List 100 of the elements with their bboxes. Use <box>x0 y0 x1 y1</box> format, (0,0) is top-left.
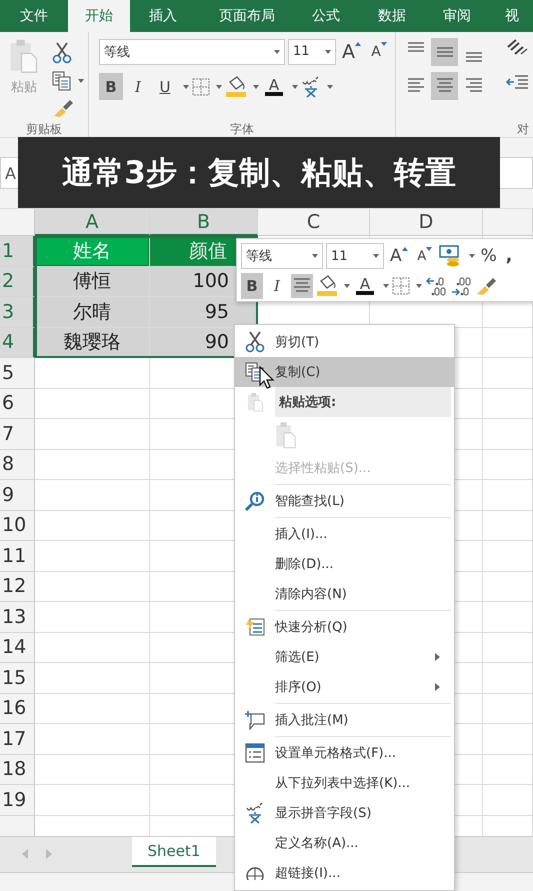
menu-heading: 粘贴选项: <box>275 387 451 417</box>
format-cells-icon <box>245 743 265 763</box>
menu-item[interactable]: 定义名称(A)... <box>235 828 454 858</box>
sheet-tab[interactable]: Sheet1 <box>132 837 216 867</box>
menu-item[interactable]: 快速分析(Q) <box>235 612 454 642</box>
table-cell <box>483 632 533 663</box>
menu-item[interactable]: 显示拼音字段(S) <box>235 798 454 828</box>
row-header[interactable]: 19 <box>0 785 35 816</box>
row-header[interactable]: 12 <box>0 572 35 602</box>
globe-link-icon <box>245 866 265 880</box>
cursor-icon <box>259 366 275 390</box>
row-header[interactable]: 3 <box>0 297 35 328</box>
table-cell <box>483 572 533 602</box>
quick-analysis-icon <box>245 617 265 637</box>
table-cell <box>483 328 533 358</box>
menu-item[interactable]: 复制(C) <box>235 357 454 387</box>
row-header[interactable]: 9 <box>0 480 35 510</box>
ribbon-tab[interactable]: 审阅 <box>430 0 484 32</box>
table-cell: 傅恒 <box>35 266 150 297</box>
row-header[interactable]: 5 <box>0 358 35 388</box>
group-label: 对 <box>517 121 529 137</box>
decrease-decimal-icon <box>450 275 472 297</box>
row-header[interactable]: 11 <box>0 541 35 572</box>
table-cell <box>483 785 533 816</box>
format-painter-icon <box>475 276 497 296</box>
group-label: 剪贴板 <box>25 121 63 137</box>
row-header[interactable]: 2 <box>0 266 35 297</box>
menu-item[interactable]: 智能查找(L) <box>235 486 454 516</box>
row-header[interactable]: 13 <box>0 602 35 632</box>
ribbon-tab[interactable]: 公式 <box>298 0 354 32</box>
table-cell: 95 <box>150 297 258 328</box>
table-cell <box>483 450 533 480</box>
table-cell <box>483 754 533 785</box>
table-cell <box>483 388 533 419</box>
menu-item[interactable]: 清除内容(N) <box>235 579 454 609</box>
bold-button[interactable]: B <box>99 73 123 100</box>
shrink-font-button[interactable]: A <box>367 38 391 65</box>
ribbon-tab[interactable]: 插入 <box>130 0 196 32</box>
italic-button[interactable]: I <box>126 73 150 100</box>
underline-button[interactable]: U <box>153 73 177 100</box>
percent-button[interactable]: % <box>478 246 500 266</box>
font-color-button[interactable]: A <box>262 73 286 100</box>
format-painter-icon <box>52 98 74 118</box>
row-header[interactable]: 10 <box>0 510 35 541</box>
ribbon-tab[interactable]: 页面布局 <box>196 0 298 32</box>
caption-toast: 通常3步：复制、粘贴、转置 <box>18 137 500 208</box>
menu-item[interactable]: 超链接(I)... <box>235 858 454 888</box>
menu-item[interactable]: 插入批注(M) <box>235 705 454 735</box>
font-size-field[interactable]: 11 <box>288 38 336 64</box>
column-header[interactable]: D <box>370 209 483 236</box>
scissors-icon <box>52 42 72 64</box>
table-cell <box>483 419 533 450</box>
row-header[interactable]: 14 <box>0 632 35 663</box>
column-header[interactable]: B <box>150 209 258 236</box>
menu-item[interactable]: 排序(O) <box>235 672 454 702</box>
table-cell <box>483 724 533 754</box>
menu-item[interactable]: 筛选(E) <box>235 642 454 672</box>
font-name-field[interactable]: 等线 <box>99 38 285 64</box>
row-header[interactable]: 17 <box>0 724 35 754</box>
column-header[interactable]: C <box>258 209 370 236</box>
ribbon-tab[interactable]: 文件 <box>0 0 68 32</box>
grow-font-button[interactable]: A <box>387 243 411 269</box>
increase-decimal-icon <box>425 275 447 297</box>
comma-button[interactable]: , <box>502 246 516 266</box>
table-cell <box>483 602 533 632</box>
menu-item[interactable]: 插入(I)... <box>235 519 454 549</box>
fill-color-icon <box>225 76 247 98</box>
table-cell <box>483 358 533 388</box>
row-header[interactable]: 7 <box>0 419 35 450</box>
table-cell <box>483 541 533 572</box>
pinyin-icon <box>301 76 321 98</box>
fill-color-icon <box>316 275 338 297</box>
ribbon-tab[interactable]: 视 <box>484 0 533 32</box>
bold-button[interactable]: B <box>241 273 263 299</box>
row-header[interactable]: 4 <box>0 328 35 358</box>
ribbon-tab[interactable]: 开始 <box>68 0 130 32</box>
column-header[interactable]: A <box>35 209 150 236</box>
menu-item[interactable]: 删除(D)... <box>235 549 454 579</box>
copy-icon <box>52 70 72 90</box>
row-header[interactable]: 8 <box>0 450 35 480</box>
grow-font-button[interactable]: A <box>339 38 364 65</box>
row-header[interactable]: 16 <box>0 694 35 724</box>
menu-item[interactable]: 从下拉列表中选择(K)... <box>235 768 454 798</box>
ribbon-tab[interactable]: 数据 <box>354 0 430 32</box>
shrink-font-button[interactable]: A <box>414 243 436 269</box>
table-cell: 尔晴 <box>35 297 150 328</box>
paste-icon <box>9 38 39 74</box>
row-header[interactable]: 18 <box>0 754 35 785</box>
border-icon <box>392 277 410 295</box>
row-header[interactable]: 6 <box>0 388 35 419</box>
menu-item[interactable]: 设置单元格格式(F)... <box>235 738 454 768</box>
font-color-button[interactable]: A <box>353 273 377 299</box>
italic-button[interactable]: I <box>266 273 288 299</box>
font-name-field[interactable]: 等线 <box>241 243 323 269</box>
table-cell <box>483 480 533 510</box>
table-cell <box>483 510 533 541</box>
border-icon <box>192 78 210 96</box>
font-size-field[interactable]: 11 <box>326 243 384 269</box>
row-header[interactable]: 1 <box>0 236 35 266</box>
row-header[interactable]: 15 <box>0 663 35 694</box>
